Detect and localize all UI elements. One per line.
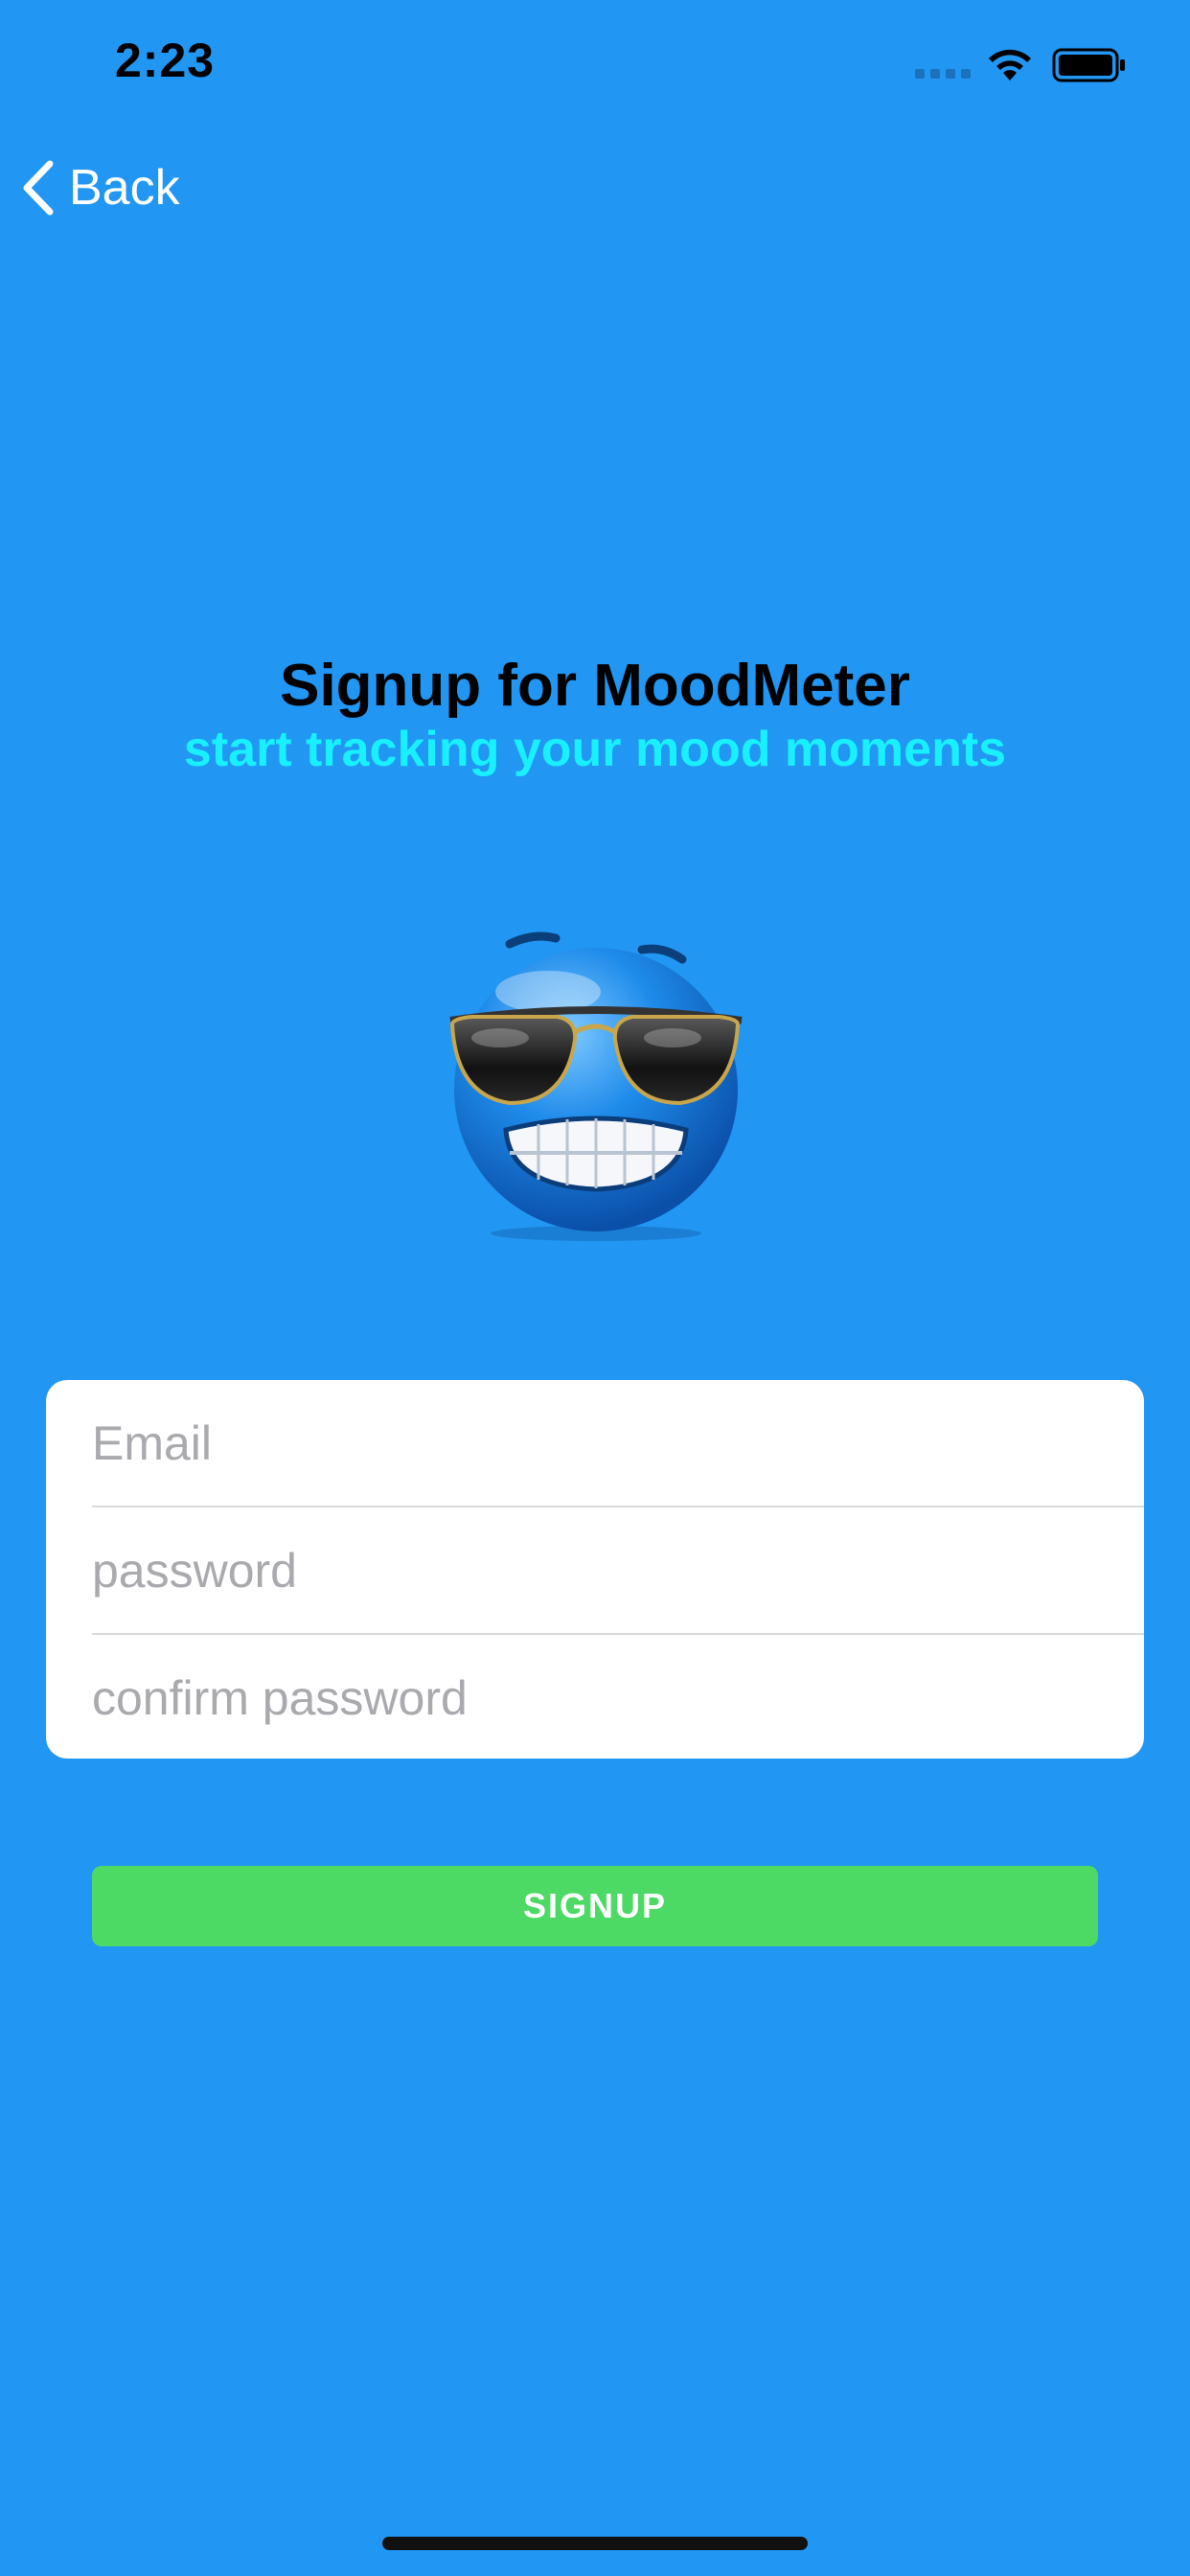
- wifi-icon: [989, 49, 1031, 80]
- signup-button[interactable]: SIGNUP: [92, 1866, 1098, 1946]
- page-title: Signup for MoodMeter: [280, 653, 910, 719]
- status-time: 2:23: [115, 34, 216, 87]
- back-label: Back: [69, 160, 180, 216]
- email-field[interactable]: [92, 1380, 1108, 1506]
- page-subtitle: start tracking your mood moments: [183, 722, 1007, 777]
- chevron-left-icon: [23, 160, 54, 216]
- password-field[interactable]: [92, 1507, 1108, 1634]
- email-row: [46, 1380, 1144, 1506]
- battery-icon: [1052, 48, 1125, 82]
- confirm-password-field[interactable]: [92, 1635, 1108, 1759]
- password-row: [46, 1507, 1144, 1634]
- signal-icon: [915, 69, 971, 79]
- status-bar: 2:23: [0, 0, 1190, 125]
- sunglasses-emoji-icon: [449, 932, 743, 1241]
- confirm-password-row: [46, 1635, 1144, 1759]
- back-button[interactable]: Back: [17, 153, 180, 222]
- signup-form: [46, 1380, 1144, 1759]
- home-indicator: [382, 2537, 808, 2550]
